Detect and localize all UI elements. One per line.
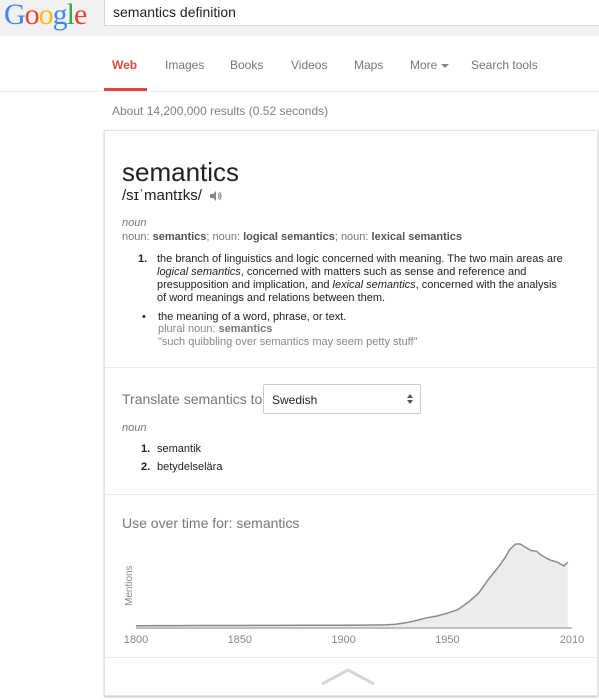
select-arrows-icon <box>407 394 413 404</box>
sense-definition: the branch of linguistics and logic conc… <box>157 253 563 304</box>
headword: semantics <box>122 157 240 187</box>
y-axis-label: Mentions <box>124 565 135 606</box>
search-tabs: Web Images Books Videos Maps More Search… <box>0 36 599 92</box>
x-tick-label: 2010 <box>560 634 584 646</box>
selected-language: Swedish <box>272 393 318 407</box>
plural-note: plural noun: semantics <box>158 323 273 335</box>
word-forms: noun: semantics; noun: logical semantics… <box>122 231 463 243</box>
tab-images[interactable]: Images <box>165 58 204 72</box>
x-axis-ticks: 1800 1850 1900 1950 2010 <box>124 634 584 646</box>
search-input[interactable]: semantics definition <box>104 0 599 26</box>
sense-2-definition: the meaning of a word, phrase, or text. <box>158 311 347 323</box>
translation-part-of-speech: noun <box>122 422 147 434</box>
part-of-speech: noun <box>122 217 147 229</box>
collapse-chevron-icon[interactable] <box>319 665 377 687</box>
tab-more-label: More <box>410 58 438 72</box>
usage-area <box>136 544 568 628</box>
translation-item: 2. betydelselära <box>141 461 223 473</box>
speaker-icon[interactable] <box>209 190 223 202</box>
tab-videos[interactable]: Videos <box>291 58 327 72</box>
active-tab-indicator <box>104 88 147 91</box>
sense-number: 1. <box>138 253 148 265</box>
result-stats: About 14,200,000 results (0.52 seconds) <box>112 104 329 118</box>
tab-books[interactable]: Books <box>230 58 263 72</box>
usage-chart: 1800 1850 1900 1950 2010 Mentions <box>124 543 584 646</box>
translate-label: Translate semantics to <box>122 391 263 407</box>
usage-chart-title: Use over time for: semantics <box>122 515 300 531</box>
x-tick-label: 1950 <box>435 634 459 646</box>
top-bar: Google semantics definition <box>0 0 599 37</box>
tab-web[interactable]: Web <box>112 58 137 72</box>
usage-example: "such quibbling over semantics may seem … <box>158 336 418 348</box>
phonetic-spelling: /sɪˈmantɪks/ <box>122 187 202 204</box>
search-query: semantics definition <box>113 4 236 20</box>
dictionary-card: semantics /sɪˈmantɪks/ noun noun: semant… <box>104 130 599 696</box>
x-tick-label: 1850 <box>228 634 252 646</box>
x-tick-label: 1800 <box>124 634 148 646</box>
dropdown-caret-icon <box>441 63 450 68</box>
google-logo[interactable]: Google <box>4 0 87 32</box>
language-select[interactable]: Swedish <box>263 384 421 414</box>
tab-maps[interactable]: Maps <box>354 58 383 72</box>
divider <box>105 657 599 658</box>
tab-more[interactable]: More <box>410 58 450 72</box>
translation-item: 1. semantik <box>141 443 202 455</box>
divider <box>105 494 599 495</box>
sense-1: 1. the branch of linguistics and logic c… <box>138 253 568 305</box>
x-tick-label: 1900 <box>331 634 355 646</box>
tab-search-tools[interactable]: Search tools <box>471 58 538 72</box>
divider <box>105 367 599 368</box>
sense-bullet: • <box>142 311 146 323</box>
